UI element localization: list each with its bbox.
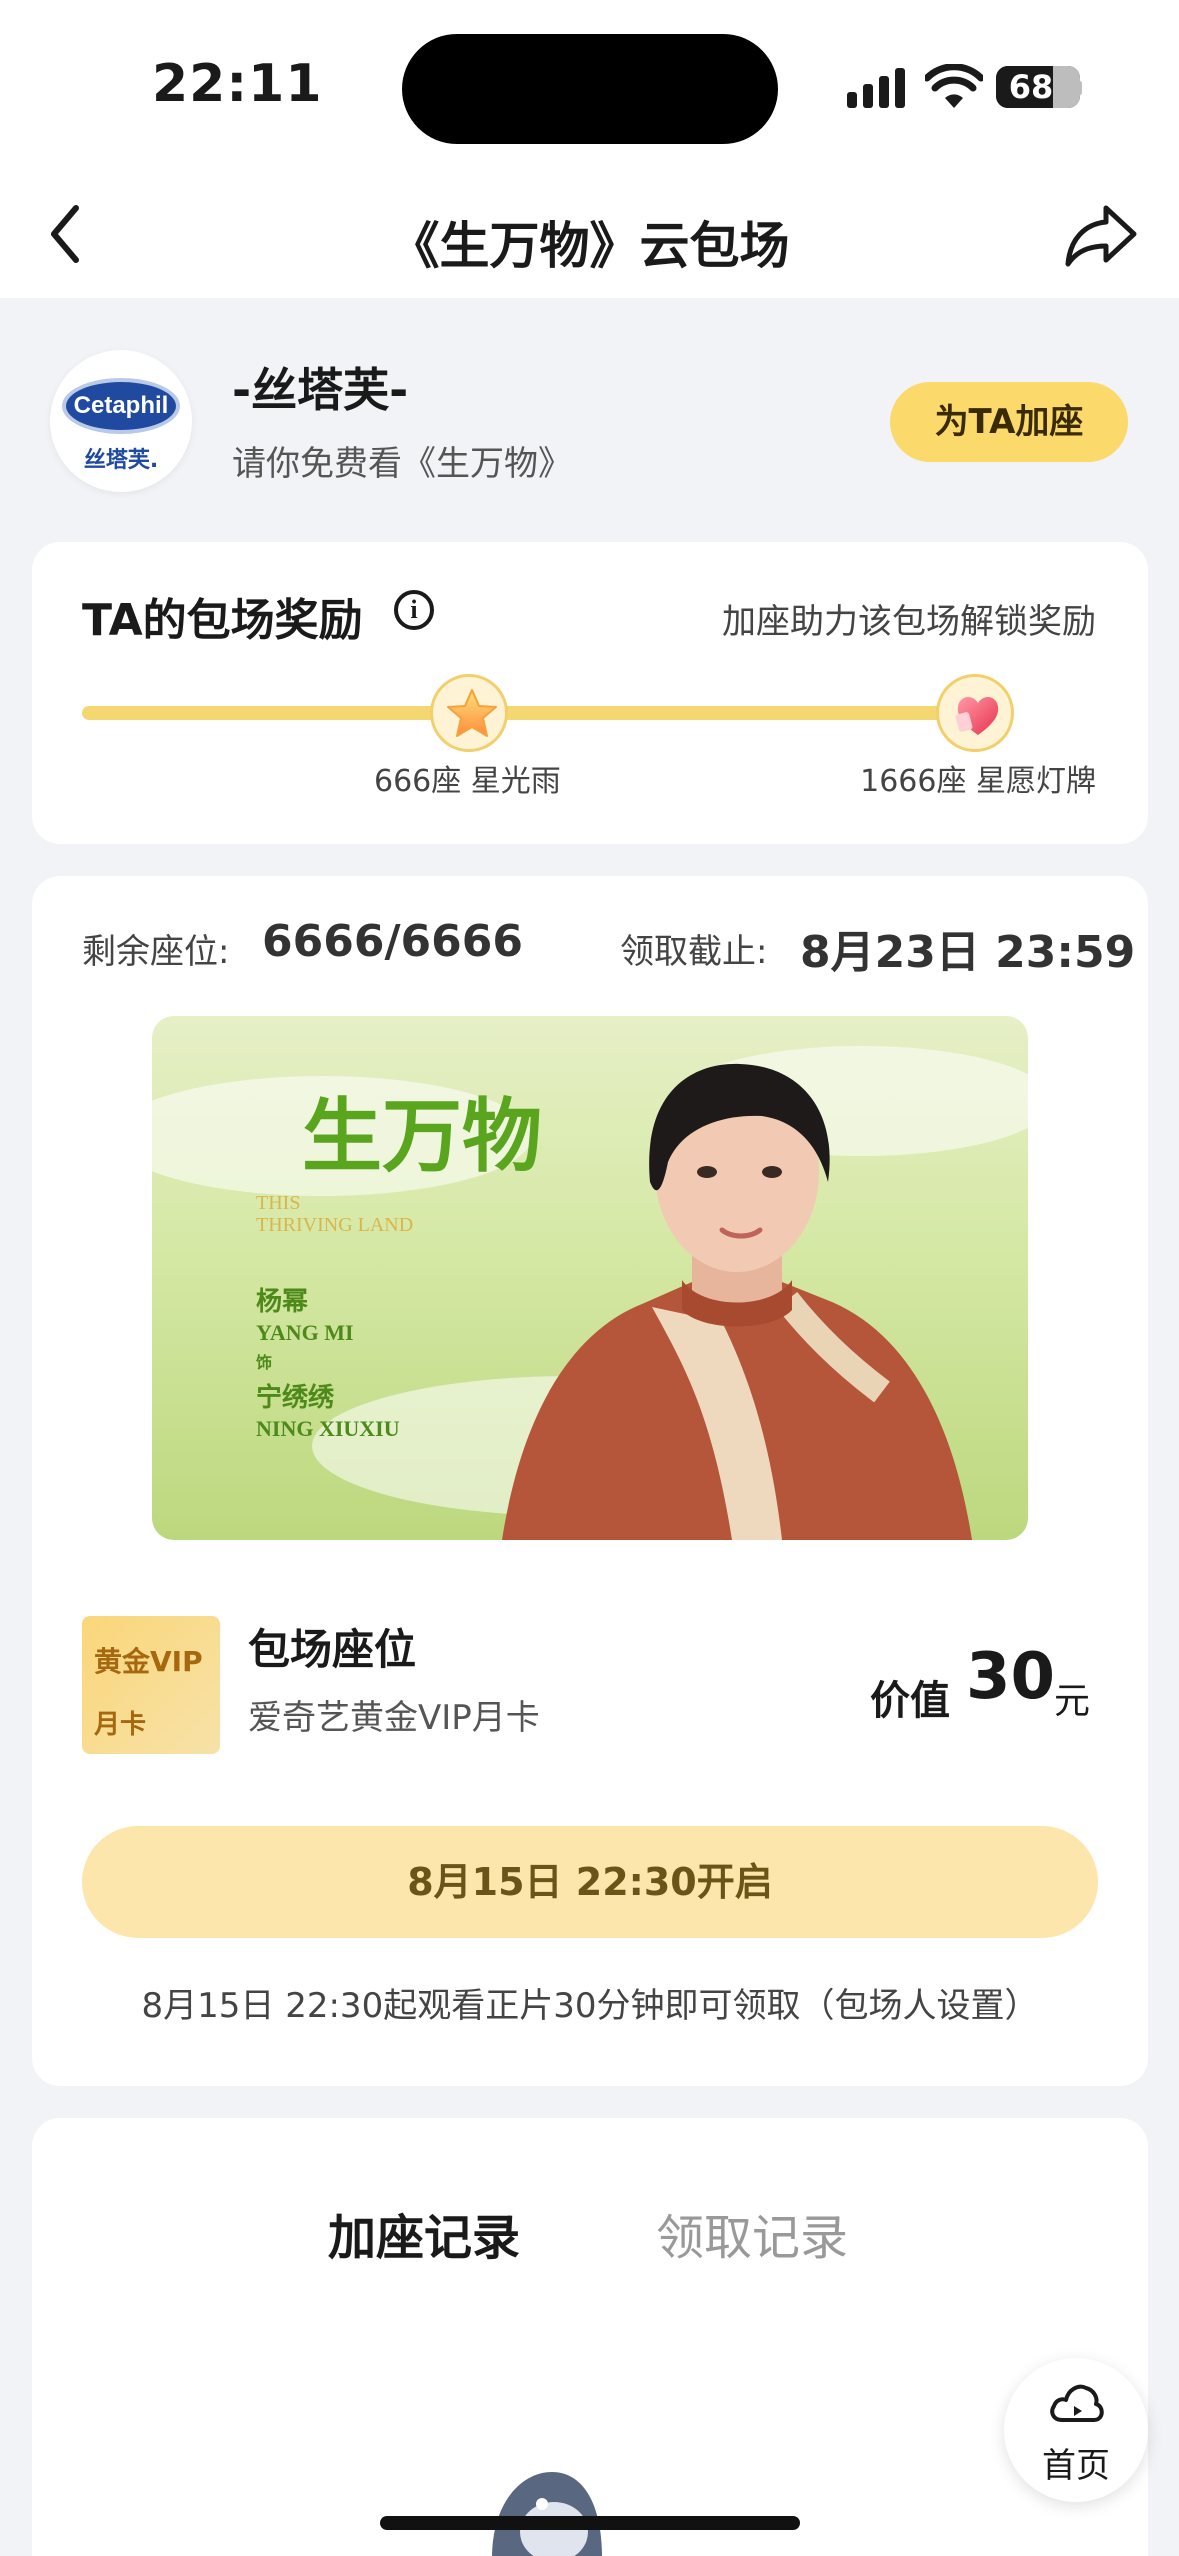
- tab-add-seat-records[interactable]: 加座记录: [328, 2198, 520, 2268]
- value-number: 30: [966, 1640, 1056, 1714]
- reward-item-title: 包场座位: [248, 1625, 417, 1674]
- value-label: 价值: [870, 1678, 950, 1724]
- seats-value: 6666/6666: [262, 916, 523, 967]
- milestone-label-2: 1666座 星愿灯牌: [860, 764, 1096, 799]
- poster-role-cn: 宁绣绣: [256, 1383, 335, 1412]
- deadline-value: 8月23日 23:59: [800, 927, 1136, 978]
- records-card: 加座记录 领取记录: [32, 2118, 1148, 2556]
- home-label: 首页: [1042, 2446, 1110, 2486]
- open-time-button[interactable]: 8月15日 22:30开启: [82, 1826, 1098, 1938]
- cellular-signal-icon: [847, 68, 905, 108]
- vip-monthly-card-image: 黄金VIP 月卡: [82, 1616, 220, 1754]
- tab-claim-records[interactable]: 领取记录: [656, 2198, 848, 2268]
- status-bar: 22:11 68: [0, 0, 1179, 170]
- battery-cap: [1076, 80, 1082, 96]
- star-icon: [447, 689, 497, 737]
- main-card: 剩余座位: 6666/6666 领取截止: 8月23日 23:59 生万物 TH…: [32, 876, 1148, 2086]
- battery-level: 68: [1008, 68, 1054, 106]
- cloud-home-icon: [1050, 2384, 1104, 2422]
- seats-label: 剩余座位:: [82, 932, 230, 972]
- poster-as: 饰: [256, 1355, 273, 1372]
- sponsor-header: Cetaphil 丝塔芙. -丝塔芙- 请你免费看《生万物》 为TA加座: [0, 298, 1179, 538]
- reward-title: TA的包场奖励: [82, 595, 363, 646]
- vip-card-line1: 黄金VIP: [94, 1645, 203, 1678]
- page-title: 《生万物》云包场: [389, 217, 790, 275]
- heart-lightboard-icon: [955, 697, 999, 735]
- drama-poster: 生万物 THIS THRIVING LAND 杨幂 YANG MI 饰 宁绣绣 …: [152, 1016, 1028, 1540]
- sponsor-subtitle: 请你免费看《生万物》: [232, 444, 572, 484]
- milestone-label-1: 666座 星光雨: [374, 764, 561, 799]
- cetaphil-logo: Cetaphil: [62, 378, 180, 434]
- sponsor-logo-sub: 丝塔芙.: [83, 448, 159, 473]
- poster-cast-credits: 杨幂 YANG MI 饰 宁绣绣 NING XIUXIU: [256, 1286, 400, 1442]
- status-time: 22:11: [152, 54, 323, 114]
- reward-hint: 加座助力该包场解锁奖励: [722, 602, 1096, 642]
- share-icon[interactable]: [1064, 202, 1138, 270]
- reward-progress-bar: [82, 706, 982, 720]
- wifi-icon: [925, 64, 983, 108]
- vip-card-line2: 月卡: [94, 1710, 147, 1740]
- dynamic-island: [402, 34, 778, 144]
- nav-bar: 《生万物》云包场: [0, 170, 1179, 298]
- milestone-star-rain[interactable]: [430, 674, 508, 752]
- deadline-label: 领取截止:: [620, 932, 768, 972]
- poster-actor-cn: 杨幂: [256, 1287, 309, 1316]
- poster-actor-en: YANG MI: [256, 1319, 354, 1345]
- info-icon[interactable]: i: [394, 590, 434, 630]
- home-indicator: [380, 2516, 800, 2530]
- poster-en-title: THIS THRIVING LAND: [256, 1192, 413, 1236]
- poster-en-title-2: THRIVING LAND: [256, 1214, 414, 1236]
- milestone-wish-lightboard[interactable]: [936, 674, 1014, 752]
- actress-portrait: [502, 1063, 972, 1540]
- add-seat-button[interactable]: 为TA加座: [890, 382, 1128, 462]
- home-button[interactable]: 首页: [1004, 2358, 1148, 2502]
- value-unit: 元: [1054, 1681, 1091, 1722]
- reward-card: TA的包场奖励 i 加座助力该包场解锁奖励 666座 星光雨 1666座 星愿灯…: [32, 542, 1148, 844]
- battery-icon: 68: [996, 66, 1080, 108]
- penguin-mascot-illustration: [492, 2472, 602, 2556]
- reward-item-subtitle: 爱奇艺黄金VIP月卡: [248, 1698, 540, 1738]
- sponsor-logo[interactable]: Cetaphil 丝塔芙.: [50, 350, 192, 492]
- poster-en-title-1: THIS: [256, 1192, 301, 1214]
- sponsor-name: -丝塔芙-: [232, 363, 409, 417]
- claim-hint: 8月15日 22:30起观看正片30分钟即可领取（包场人设置）: [141, 1986, 1039, 2026]
- poster-role-en: NING XIUXIU: [256, 1415, 400, 1441]
